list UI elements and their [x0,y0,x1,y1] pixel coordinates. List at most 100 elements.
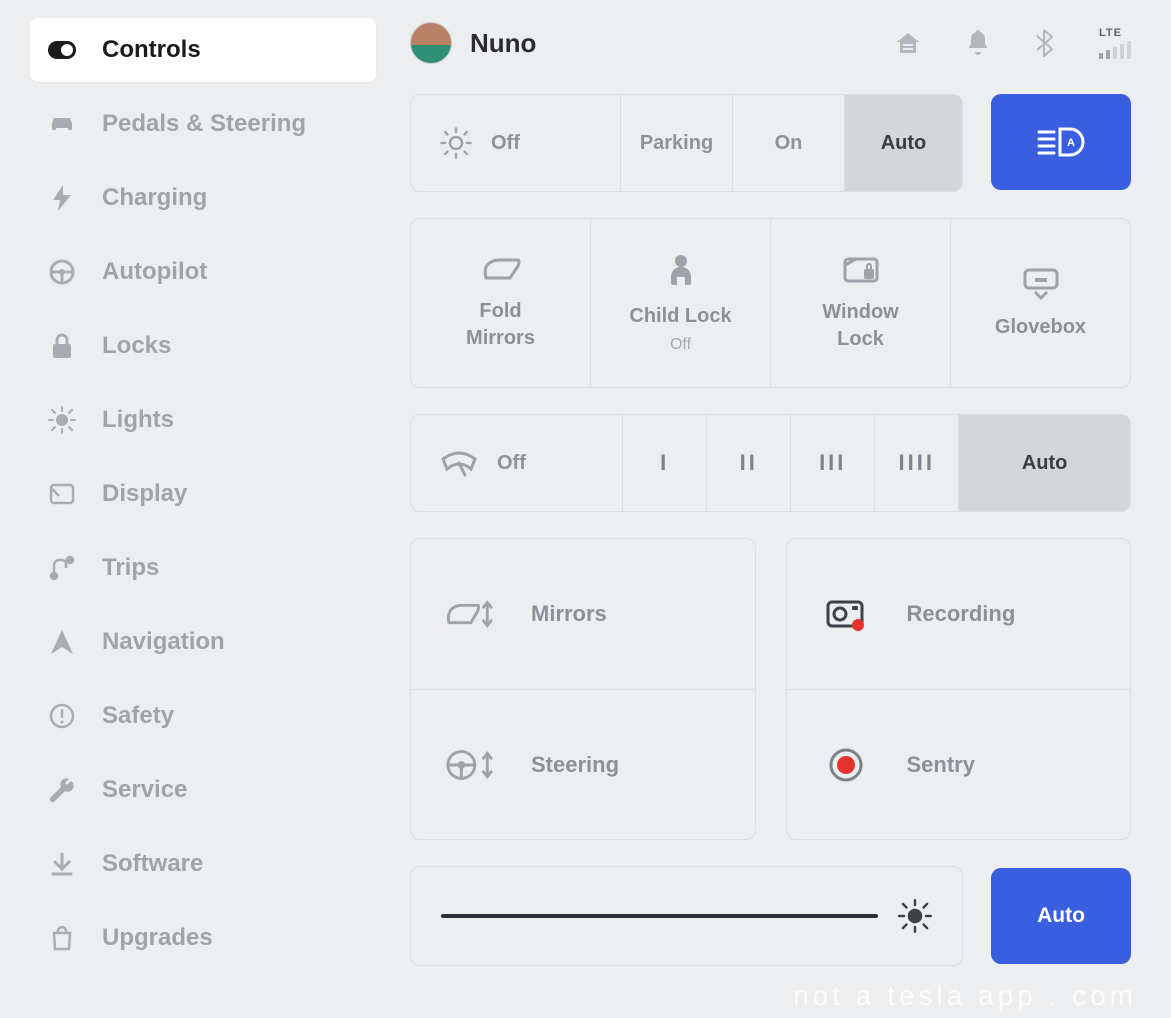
sidebar-item-locks[interactable]: Locks [30,314,376,378]
label: Recording [907,601,1016,627]
adjust-steering-button[interactable]: Steering [411,689,755,839]
bolt-icon [48,185,76,211]
lights-icon [439,126,473,160]
wipers-2-button[interactable]: II [706,415,790,511]
label: Glovebox [995,314,1086,341]
sidebar-item-upgrades[interactable]: Upgrades [30,906,376,970]
high-beam-button[interactable]: A [991,94,1131,190]
sidebar-item-label: Upgrades [102,924,213,952]
homelink-icon[interactable] [895,30,921,56]
headlights-row: Off Parking On Auto A [410,94,1131,192]
child-icon [666,253,696,289]
bag-icon [48,925,76,951]
glovebox-icon [1021,266,1061,300]
sidebar-item-label: Pedals & Steering [102,110,306,138]
sidebar-item-label: Locks [102,332,171,360]
label: Window Lock [822,299,898,353]
label: IIII [899,450,935,476]
sidebar-item-label: Charging [102,184,207,212]
label: Steering [531,752,619,778]
label: I [660,450,669,476]
sidebar-item-label: Trips [102,554,159,582]
mirror-adjust-icon [445,597,495,631]
headlights-off-button[interactable]: Off [411,95,620,191]
label: Fold Mirrors [466,298,535,352]
sidebar-item-charging[interactable]: Charging [30,166,376,230]
sidebar-item-lights[interactable]: Lights [30,388,376,452]
adjust-camera-row: Mirrors Steering Recording [410,538,1131,840]
wipers-1-button[interactable]: I [622,415,706,511]
sidebar-item-autopilot[interactable]: Autopilot [30,240,376,304]
label: Auto [1037,904,1085,928]
toggle-icon [48,41,76,59]
wipers-3-button[interactable]: III [790,415,874,511]
sentry-button[interactable]: Sentry [787,689,1131,839]
steering-wheel-icon [48,259,76,285]
window-lock-button[interactable]: Window Lock [770,219,950,387]
sidebar-item-label: Navigation [102,628,225,656]
slider-track[interactable] [441,914,878,918]
label: Auto [1022,452,1068,475]
main-content: Nuno LTE [400,0,1171,1018]
headlights-parking-button[interactable]: Parking [620,95,732,191]
profile-button[interactable]: Nuno [410,22,536,64]
signal-bars-icon [1099,41,1131,59]
mirror-icon [480,254,522,284]
wipers-off-button[interactable]: Off [411,415,622,511]
bluetooth-icon[interactable] [1035,29,1053,57]
brightness-auto-button[interactable]: Auto [991,868,1131,964]
headlights-auto-button[interactable]: Auto [844,95,962,191]
child-lock-button[interactable]: Child Lock Off [590,219,770,387]
brightness-slider[interactable] [410,866,963,966]
glovebox-button[interactable]: Glovebox [950,219,1130,387]
sidebar-item-label: Service [102,776,187,804]
lights-icon [48,406,76,434]
wiper-icon [439,449,479,477]
child-lock-state: Off [670,336,691,354]
sidebar-item-navigation[interactable]: Navigation [30,610,376,674]
dashcam-recording-button[interactable]: Recording [787,539,1131,689]
fold-mirrors-button[interactable]: Fold Mirrors [411,219,590,387]
bell-icon[interactable] [967,30,989,56]
brightness-icon [898,899,932,933]
sidebar-item-pedals-steering[interactable]: Pedals & Steering [30,92,376,156]
arrow-icon [48,630,76,654]
watermark: not a tesla app . com [793,980,1137,1012]
brightness-row: Auto [410,866,1131,966]
alert-icon [48,703,76,729]
label: II [740,450,758,476]
sidebar-item-label: Autopilot [102,258,207,286]
svg-text:A: A [1067,137,1075,149]
headlights-on-button[interactable]: On [732,95,844,191]
label: III [819,450,846,476]
label: Child Lock [629,303,731,330]
steering-adjust-icon [445,748,495,782]
car-icon [48,116,76,132]
cell-signal[interactable]: LTE [1099,27,1131,59]
sidebar-item-safety[interactable]: Safety [30,684,376,748]
label: Parking [640,132,713,155]
wipers-auto-button[interactable]: Auto [958,415,1130,511]
label: On [775,132,803,155]
wipers-4-button[interactable]: IIII [874,415,958,511]
sidebar-item-trips[interactable]: Trips [30,536,376,600]
display-icon [48,483,76,505]
label: Mirrors [531,601,607,627]
sidebar-item-software[interactable]: Software [30,832,376,896]
adjust-mirrors-button[interactable]: Mirrors [411,539,755,689]
camera-record-icon [821,597,871,631]
sidebar-item-controls[interactable]: Controls [30,18,376,82]
sidebar-item-display[interactable]: Display [30,462,376,526]
label: Auto [881,132,927,155]
lte-label: LTE [1099,27,1122,39]
sidebar-item-service[interactable]: Service [30,758,376,822]
label: Off [491,132,520,155]
sidebar-item-label: Controls [102,36,201,64]
sidebar: Controls Pedals & Steering Charging Auto… [0,0,400,1018]
status-bar: LTE [895,27,1131,59]
window-lock-icon [842,253,880,285]
label: Sentry [907,752,975,778]
route-icon [48,555,76,581]
sentry-icon [821,747,871,783]
sidebar-item-label: Safety [102,702,174,730]
